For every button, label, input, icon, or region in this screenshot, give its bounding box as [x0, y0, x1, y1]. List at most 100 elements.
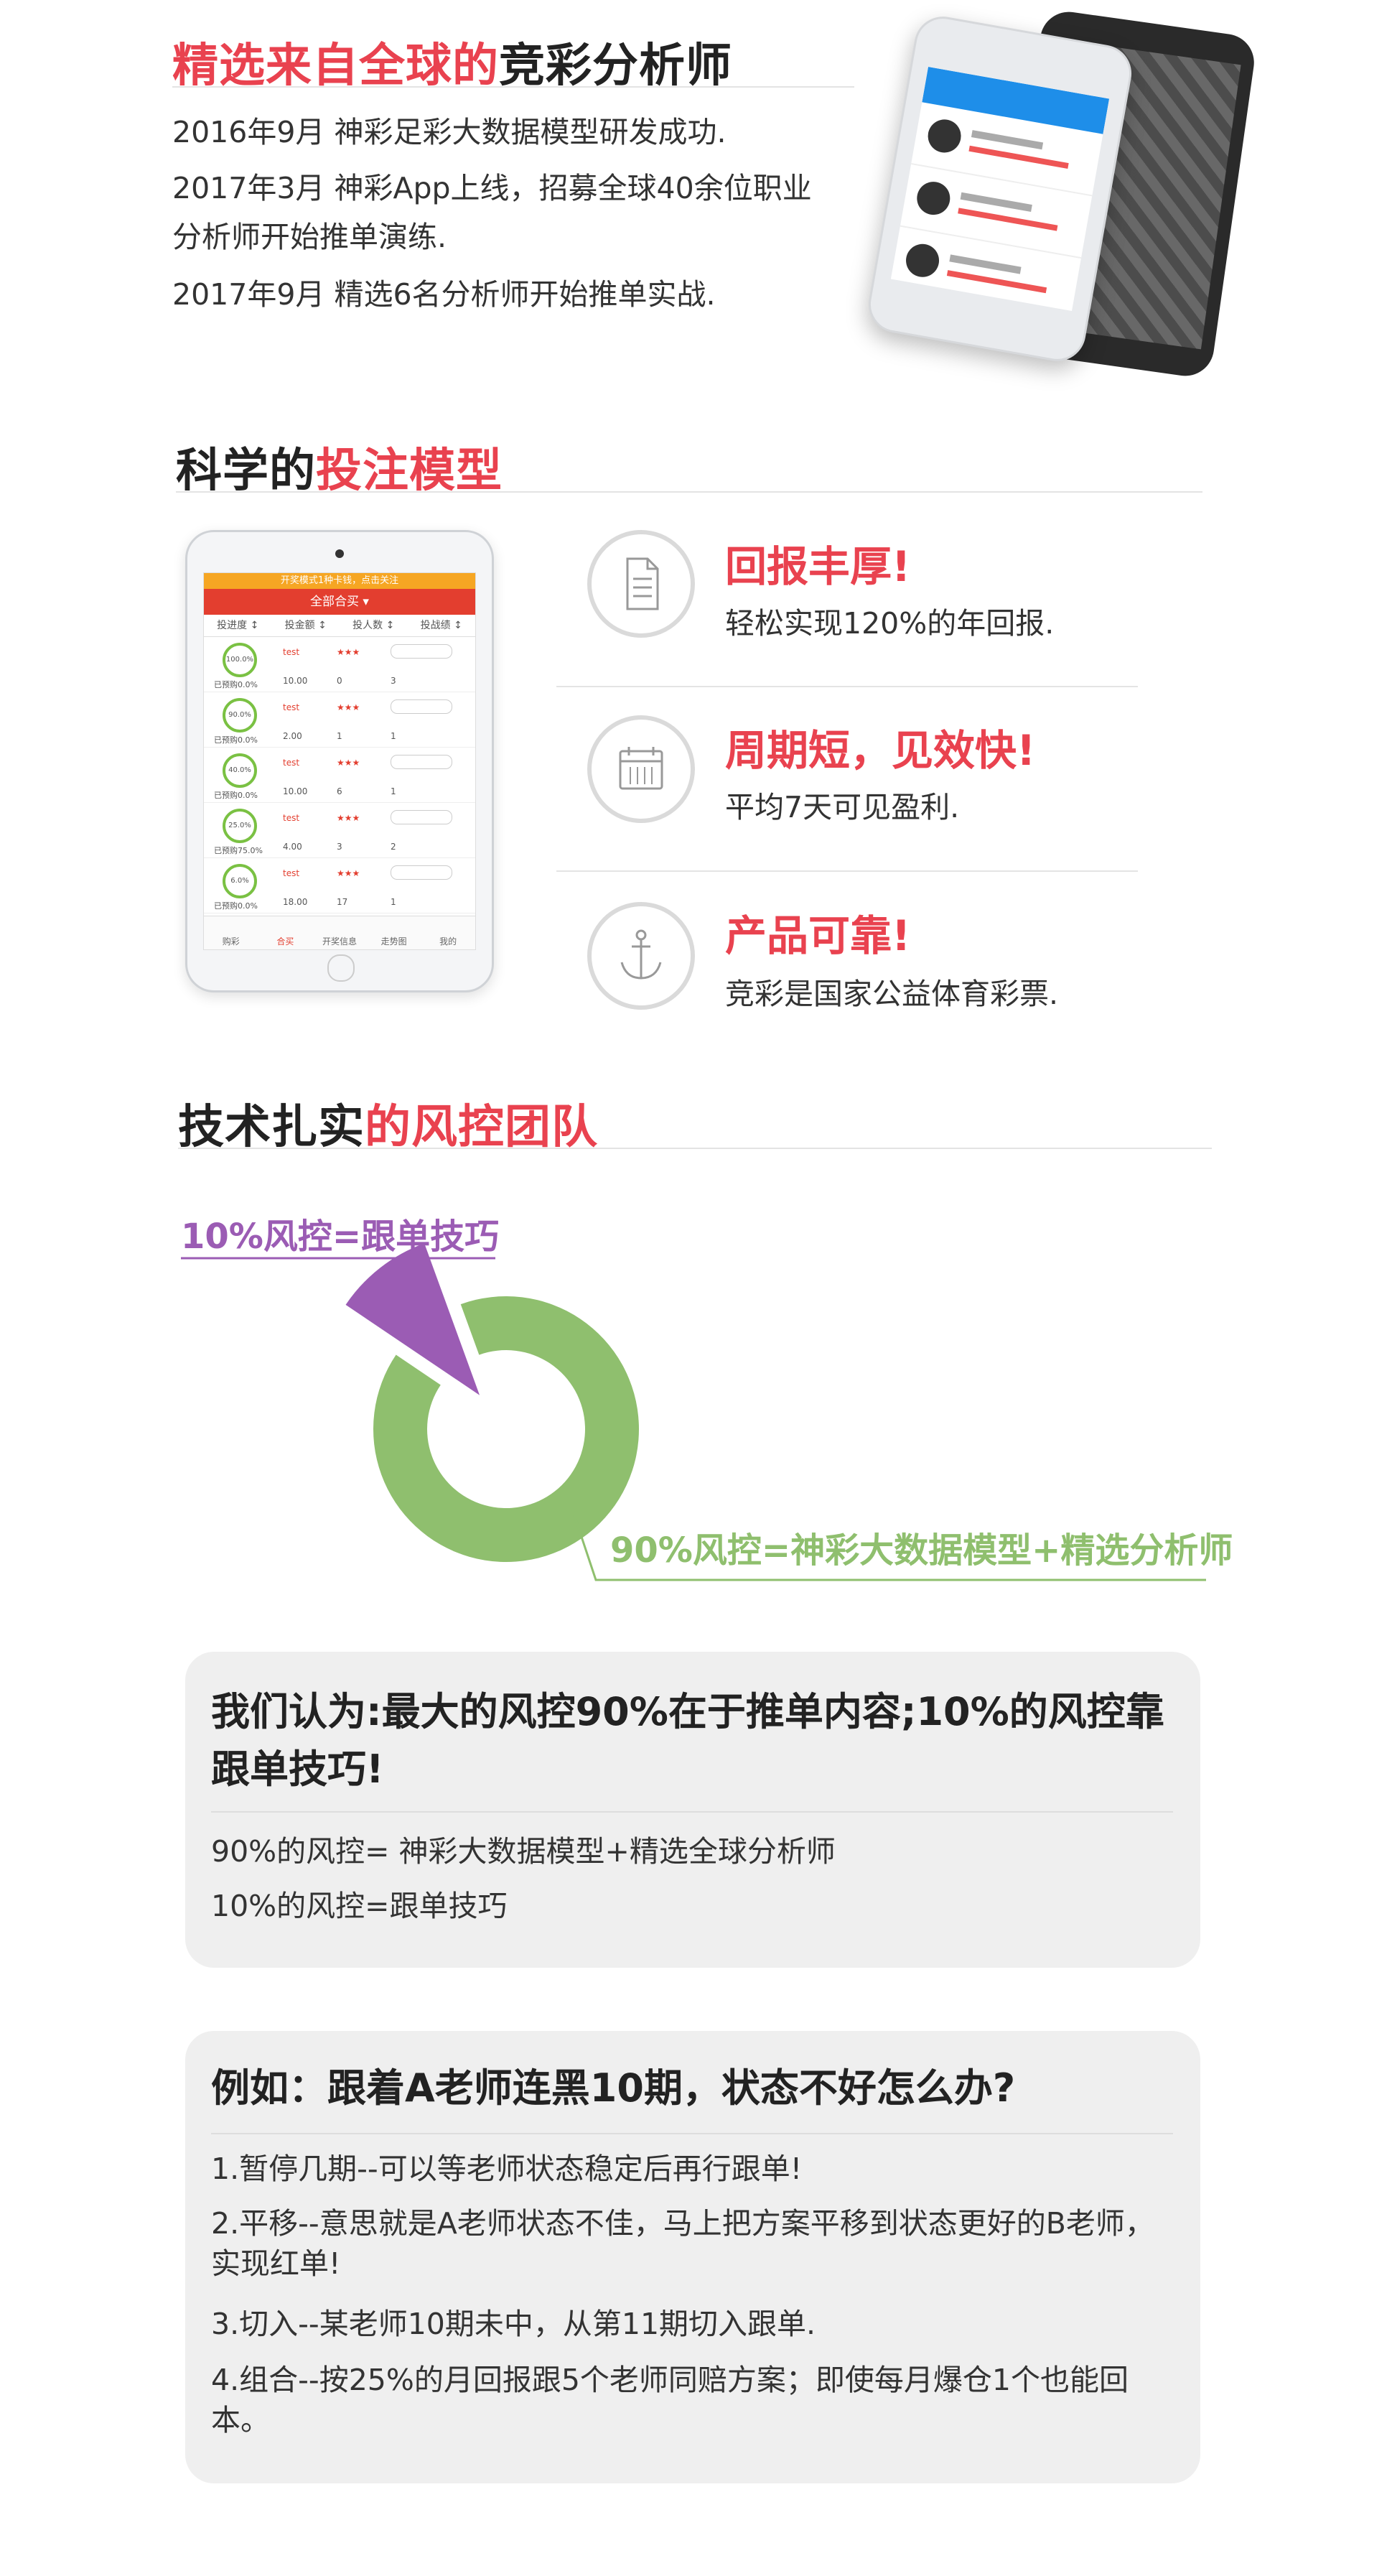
section1-line-4: 2017年9月 精选6名分析师开始推单实战.: [172, 277, 716, 312]
section1-divider: [172, 86, 854, 88]
row-count: 1: [337, 731, 342, 741]
progress-ring: 25.0%: [223, 809, 257, 843]
row-button[interactable]: [391, 755, 452, 769]
row-count: 3: [337, 842, 342, 852]
row-count: 0: [337, 676, 342, 686]
row-record: 2: [391, 842, 396, 852]
ipad-row[interactable]: 6.0% 已预购0.0% test ★★★ 18.00 17 1: [204, 858, 475, 913]
row-amount: 4.00: [283, 842, 302, 852]
row-percent: 已预购75.0%: [214, 846, 263, 855]
card-divider: [211, 2133, 1173, 2134]
example-card-heading: 例如：跟着A老师连黑10期，状态不好怎么办?: [211, 2065, 1016, 2111]
feature-title-3: 产品可靠!: [725, 911, 911, 960]
row-record: 1: [391, 731, 396, 741]
progress-ring: 90.0%: [223, 698, 257, 733]
row-count: 6: [337, 786, 342, 796]
ipad-banner: 开奖模式1种卡钱，点击关注: [204, 573, 475, 589]
ipad-screen: 开奖模式1种卡钱，点击关注 全部合买 ▾ 投进度 ↕ 投金额 ↕ 投人数 ↕ 投…: [203, 572, 476, 950]
row-amount: 10.00: [283, 786, 308, 796]
calendar-icon: [587, 715, 695, 823]
row-name: test: [283, 647, 300, 657]
risk-card-heading: 我们认为:最大的风控90%在于推单内容;10%的风控靠跟单技巧!: [211, 1689, 1164, 1792]
row-percent: 已预购0.0%: [214, 680, 258, 689]
section1-line-3: 分析师开始推单演练.: [172, 220, 447, 254]
ipad-tab[interactable]: 购彩: [204, 916, 258, 949]
risk-pie-chart: 10%风控=跟单技巧 90%风控=神彩大数据模型+精选分析师: [181, 1217, 1233, 1581]
row-name: test: [283, 868, 300, 878]
pie-label-small: 10%风控=跟单技巧: [181, 1217, 499, 1257]
progress-ring: 100.0%: [223, 643, 257, 677]
pie-labels: 10%风控=跟单技巧 90%风控=神彩大数据模型+精选分析师: [181, 1217, 1233, 1581]
example-card-line-3: 3.切入--某老师10期未中，从第11期切入跟单.: [211, 2307, 816, 2341]
section1-title-rest: 竞彩分析师: [499, 39, 732, 93]
row-percent: 已预购0.0%: [214, 901, 258, 911]
section2-title: 科学的投注模型: [176, 434, 503, 500]
row-button[interactable]: [391, 699, 452, 714]
section1-title: 精选来自全球的竞彩分析师: [172, 29, 732, 95]
row-name: test: [283, 758, 300, 768]
pie-label-large: 90%风控=神彩大数据模型+精选分析师: [610, 1530, 1233, 1571]
feature-desc-1: 轻松实现120%的年回报.: [725, 606, 1055, 641]
section3-title-highlight: 的风控团队: [365, 1101, 598, 1154]
anchor-icon: [587, 902, 695, 1010]
row-tag: ★★★: [337, 702, 360, 712]
row-record: 1: [391, 786, 396, 796]
row-tag: ★★★: [337, 813, 360, 823]
ipad-row[interactable]: 100.0% 已预购0.0% test ★★★ 10.00 0 3: [204, 637, 475, 692]
section1-title-highlight: 精选来自全球的: [172, 39, 499, 93]
example-card: 例如：跟着A老师连黑10期，状态不好怎么办? 1.暂停几期--可以等老师状态稳定…: [185, 2031, 1200, 2483]
section3-divider: [178, 1148, 1212, 1149]
section2-title-highlight: 投注模型: [316, 445, 503, 498]
ipad-header[interactable]: 全部合买 ▾: [204, 589, 475, 615]
section1-line-2: 2017年3月 神彩App上线，招募全球40余位职业: [172, 171, 812, 205]
row-record: 3: [391, 676, 396, 686]
section3-title-rest: 技术扎实: [178, 1101, 365, 1154]
feature-divider: [556, 686, 1138, 687]
example-card-line-4: 4.组合--按25%的月回报跟5个老师同赔方案；即使每月爆仓1个也能回本。: [211, 2363, 1129, 2437]
ipad-column-headers: 投进度 ↕ 投金额 ↕ 投人数 ↕ 投战绩 ↕: [204, 615, 475, 637]
progress-ring: 6.0%: [223, 864, 257, 898]
row-button[interactable]: [391, 810, 452, 824]
row-amount: 10.00: [283, 676, 308, 686]
ipad-row[interactable]: 90.0% 已预购0.0% test ★★★ 2.00 1 1: [204, 692, 475, 748]
ipad-tab-bar: 购彩 合买 开奖信息 走势图 我的: [204, 916, 475, 949]
row-button[interactable]: [391, 644, 452, 659]
row-count: 17: [337, 897, 348, 907]
section1-line-1: 2016年9月 神彩足彩大数据模型研发成功.: [172, 115, 727, 149]
document-icon: [587, 530, 695, 638]
row-percent: 已预购0.0%: [214, 791, 258, 800]
phone-screen: [890, 67, 1110, 311]
feature-title-2: 周期短，见效快!: [725, 726, 1036, 775]
row-button[interactable]: [391, 865, 452, 880]
progress-ring: 40.0%: [223, 753, 257, 788]
row-tag: ★★★: [337, 868, 360, 878]
row-amount: 18.00: [283, 897, 308, 907]
section3-title: 技术扎实的风控团队: [178, 1090, 598, 1156]
ipad-tab[interactable]: 走势图: [367, 916, 421, 949]
ipad-column[interactable]: 投进度 ↕: [204, 615, 272, 636]
risk-card: 我们认为:最大的风控90%在于推单内容;10%的风控靠跟单技巧! 90%的风控=…: [185, 1652, 1200, 1968]
ipad-column[interactable]: 投战绩 ↕: [408, 615, 476, 636]
ipad-tab[interactable]: 开奖信息: [312, 916, 367, 949]
ipad-row[interactable]: 40.0% 已预购0.0% test ★★★ 10.00 6 1: [204, 748, 475, 803]
card-divider: [211, 1811, 1173, 1813]
ipad-camera: [335, 549, 344, 558]
example-card-line-2: 2.平移--意思就是A老师状态不佳，马上把方案平移到状态更好的B老师，实现红单!: [211, 2206, 1154, 2281]
feature-desc-3: 竞彩是国家公益体育彩票.: [725, 977, 1059, 1011]
ipad-row[interactable]: 25.0% 已预购75.0% test ★★★ 4.00 3 2: [204, 803, 475, 858]
ipad-home-button: [327, 954, 355, 982]
example-card-line-1: 1.暂停几期--可以等老师状态稳定后再行跟单!: [211, 2152, 803, 2186]
feature-divider: [556, 870, 1138, 872]
ipad-column[interactable]: 投金额 ↕: [272, 615, 340, 636]
row-name: test: [283, 702, 300, 712]
row-tag: ★★★: [337, 758, 360, 768]
ipad-mockup: 开奖模式1种卡钱，点击关注 全部合买 ▾ 投进度 ↕ 投金额 ↕ 投人数 ↕ 投…: [185, 530, 494, 992]
row-record: 1: [391, 897, 396, 907]
ipad-tab[interactable]: 合买: [258, 916, 313, 949]
ipad-column[interactable]: 投人数 ↕: [340, 615, 408, 636]
feature-title-1: 回报丰厚!: [725, 542, 911, 591]
pie-layer: [345, 1243, 640, 1562]
risk-card-line-2: 10%的风控=跟单技巧: [211, 1889, 508, 1923]
section2-title-rest: 科学的: [176, 445, 316, 498]
ipad-tab[interactable]: 我的: [421, 916, 475, 949]
